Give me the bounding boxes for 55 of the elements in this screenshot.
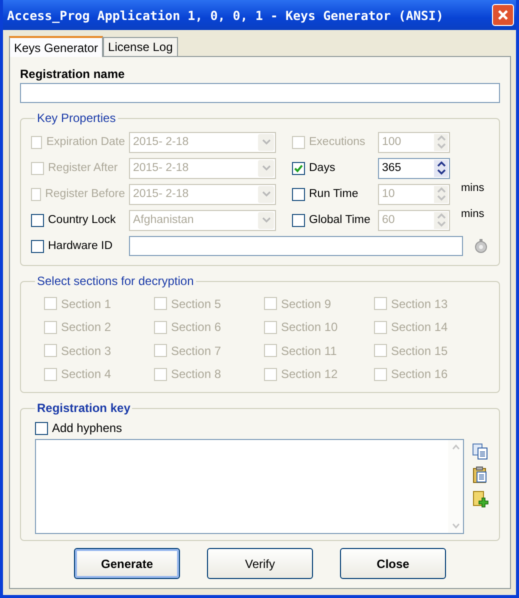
checkbox-label: Section 9 (281, 296, 332, 311)
checkbox-label: Section 14 (391, 320, 448, 334)
group-title: Registration key (36, 401, 132, 415)
number-spinner[interactable]: 365 (378, 158, 450, 178)
registration-name-field[interactable] (20, 83, 500, 103)
checkbox-label: Section 4 (61, 367, 112, 382)
dialog-button[interactable]: Verify (207, 548, 313, 579)
checkbox-label: Executions (309, 136, 366, 148)
spinner-arrows-icon[interactable] (434, 160, 448, 176)
close-button[interactable] (492, 4, 514, 26)
checkbox-label: Days (309, 162, 336, 174)
checkbox-label: Global Time (309, 214, 370, 226)
checkbox-label: Section 12 (281, 367, 338, 382)
checkbox-label: Section 10 (281, 320, 338, 334)
registration-key-textarea[interactable] (35, 439, 464, 534)
scrollbar[interactable] (448, 440, 463, 533)
group-title: Select sections for decryption (36, 274, 195, 288)
unit-label: mins (461, 208, 484, 220)
hardware-id-field[interactable] (129, 236, 463, 256)
group-title: Key Properties (36, 111, 117, 125)
dialog-button[interactable]: Generate (74, 548, 180, 579)
unit-label: mins (461, 182, 484, 194)
dialog-button[interactable]: Close (340, 548, 446, 579)
window-title: Access_Prog Application 1, 0, 0, 1 - Keys Generator (ANSI) (7, 8, 444, 22)
checkbox-label: Section 16 (391, 367, 448, 382)
tab[interactable]: Keys Generator (9, 36, 104, 57)
checkbox[interactable] (292, 188, 305, 200)
checkbox-label: Section 11 (281, 344, 337, 358)
checkbox-label: Section 13 (391, 296, 448, 311)
checkbox-label: Run Time (309, 188, 358, 200)
checkbox-label: Section 5 (171, 296, 222, 311)
checkbox-label: Section 6 (171, 320, 222, 334)
checkbox-label: Add hyphens (52, 421, 122, 435)
checkbox-label: Section 3 (61, 344, 112, 358)
add-file-icon[interactable] (472, 490, 489, 508)
checkbox-label: Country Lock (48, 214, 116, 226)
checkbox-label: Hardware ID (48, 240, 113, 252)
close-icon[interactable] (497, 9, 509, 21)
checkbox-label: Expiration Date (46, 136, 125, 148)
checkbox-label: Section 7 (171, 344, 222, 358)
checkbox[interactable] (31, 240, 44, 252)
checkbox[interactable] (35, 422, 48, 434)
checkbox-label: Section 2 (61, 320, 112, 334)
checkbox[interactable] (292, 214, 305, 226)
field-label: Registration name (20, 67, 126, 81)
checkbox-label: Section 15 (391, 344, 448, 358)
checkbox-label: Section 8 (171, 367, 222, 382)
checkbox-label: Register Before (45, 188, 125, 200)
checkbox[interactable] (31, 214, 44, 226)
checkbox-label: Section 1 (61, 296, 112, 311)
checkbox[interactable] (292, 162, 305, 174)
checkbox-label: Register After (48, 162, 118, 174)
copy-icon[interactable] (472, 443, 488, 460)
tab[interactable]: License Log (103, 37, 178, 56)
clipboard-icon[interactable] (472, 466, 488, 484)
